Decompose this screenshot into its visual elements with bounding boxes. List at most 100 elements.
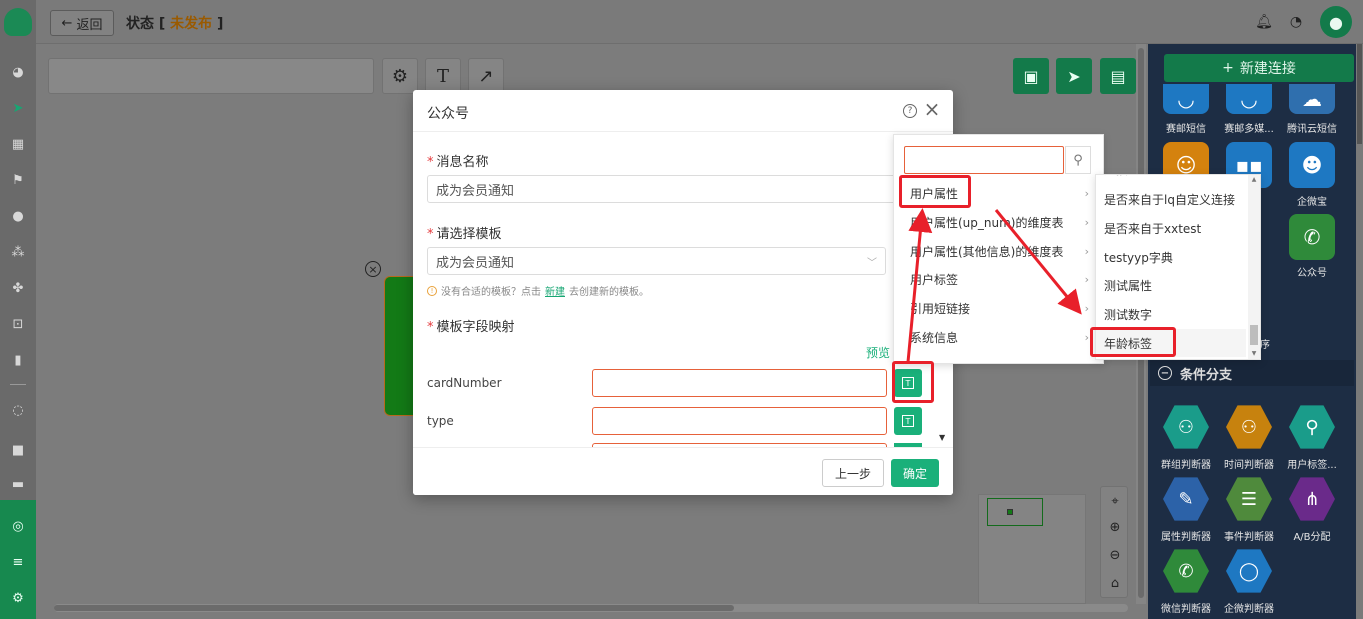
scroll-thumb[interactable] bbox=[1357, 44, 1362, 144]
submenu-scrollbar[interactable]: ▲ ▼ bbox=[1248, 175, 1260, 359]
locate-icon[interactable]: ⌖ bbox=[1105, 491, 1125, 511]
flag-nav-icon[interactable]: ⚑ bbox=[8, 170, 28, 190]
warning-icon: ! bbox=[427, 285, 437, 296]
template-select-value: 成为会员通知 bbox=[436, 255, 515, 271]
save-icon[interactable]: ▣ bbox=[1013, 58, 1049, 94]
scroll-up-icon[interactable]: ▲ bbox=[1250, 176, 1258, 183]
wechat-official-icon[interactable]: ✆ bbox=[1289, 214, 1335, 260]
cascader-subitem[interactable]: 连接 bbox=[1096, 175, 1246, 177]
canvas-node[interactable] bbox=[384, 276, 416, 416]
gear-nav-icon[interactable]: ⚙ bbox=[8, 588, 28, 608]
template-label: * 请选择模板 bbox=[427, 227, 502, 242]
send-icon[interactable]: ➤ bbox=[1056, 58, 1092, 94]
cascader-subitem[interactable]: 测试属性 bbox=[1096, 271, 1246, 299]
modal-title: 公众号 bbox=[427, 106, 469, 122]
group-nav-icon[interactable]: ✤ bbox=[8, 278, 28, 298]
insert-variable-button[interactable]: T bbox=[894, 407, 922, 435]
sidebar-divider bbox=[10, 384, 26, 385]
wechat-nav-icon[interactable]: ◌ bbox=[8, 400, 28, 420]
cascader-search-input[interactable] bbox=[904, 146, 1064, 174]
tile-label: A/B分配 bbox=[1293, 532, 1331, 543]
tile-label: 事件判断器 bbox=[1224, 532, 1274, 543]
avatar[interactable]: ● bbox=[1320, 6, 1352, 38]
cascader-item[interactable]: 引用短链接 › bbox=[894, 294, 1103, 322]
chat-nav-icon[interactable]: ▬ bbox=[8, 474, 28, 494]
cascader-item[interactable]: 用户属性(up_num)的维度表 › bbox=[894, 208, 1103, 236]
new-connection-button[interactable]: + 新建连接 bbox=[1164, 54, 1354, 82]
user-nav-icon[interactable]: ● bbox=[8, 206, 28, 226]
status-prefix: 状态 [ bbox=[126, 16, 166, 32]
minimap-viewport[interactable] bbox=[987, 498, 1043, 526]
cascader-item[interactable]: 用户标签 › bbox=[894, 265, 1103, 293]
cascader-item[interactable]: 系统信息 › bbox=[894, 323, 1103, 351]
preview-link[interactable]: 预览 bbox=[866, 344, 890, 361]
field-value-input[interactable] bbox=[592, 407, 887, 435]
cascader-subitem[interactable]: 测试数字 bbox=[1096, 300, 1246, 328]
template-hint: ! 没有合适的模板？点击 新建 去创建新的模板。 bbox=[427, 283, 649, 298]
close-icon[interactable]: × bbox=[923, 97, 941, 121]
tile-label: 群组判断器 bbox=[1161, 460, 1211, 471]
confirm-button[interactable]: 确定 bbox=[891, 459, 939, 487]
mapping-label: * 模板字段映射 bbox=[427, 320, 515, 335]
chevron-right-icon: › bbox=[1084, 215, 1089, 229]
wechat-official-modal: 公众号 ? × * 消息名称 成为会员通知 * 请选择模板 成为会员通知 ﹀ ! 没… bbox=[413, 90, 953, 495]
scroll-down-icon[interactable]: ▼ bbox=[939, 433, 945, 442]
chevron-down-icon: ﹀ bbox=[867, 257, 877, 269]
sidebar-active-block: ◎ ≡ ⚙ bbox=[0, 500, 36, 619]
cascader-subitem[interactable]: 是否来自于xxtest bbox=[1096, 214, 1246, 242]
cascader-subitem[interactable]: 是否来自于lq自定义连接 bbox=[1096, 185, 1246, 213]
collapse-icon[interactable]: − bbox=[1158, 366, 1172, 380]
cascader-subitem[interactable]: testyyp字典 bbox=[1096, 243, 1246, 271]
arrow-left-icon: ← bbox=[61, 15, 73, 31]
annotation-box-tbutton bbox=[892, 361, 934, 403]
create-template-link[interactable]: 新建 bbox=[545, 283, 565, 298]
message-icon[interactable]: ◔ bbox=[1286, 12, 1306, 32]
status-text: 状态 [ 未发布 ] bbox=[126, 13, 223, 33]
help-icon[interactable]: ? bbox=[903, 104, 917, 118]
hint-suffix: 去创建新的模板。 bbox=[569, 287, 649, 298]
variable-cascader: ⚲ 用户属性 › 用户属性(up_num)的维度表 › 用户属性(其他信息)的维度表… bbox=[893, 134, 1104, 364]
scroll-thumb[interactable] bbox=[1250, 325, 1258, 345]
back-button[interactable]: ← 返回 bbox=[50, 10, 114, 36]
tencent-sms-icon[interactable]: ☁ bbox=[1289, 84, 1335, 114]
fit-icon[interactable]: ⌂ bbox=[1105, 573, 1125, 593]
search-icon[interactable]: ⚲ bbox=[1065, 146, 1091, 174]
chevron-right-icon: › bbox=[1084, 301, 1089, 315]
zoom-out-icon[interactable]: ⊖ bbox=[1105, 545, 1125, 565]
users-nav-icon[interactable]: ⁂ bbox=[8, 242, 28, 262]
cascader-item[interactable]: 用户属性(其他信息)的维度表 › bbox=[894, 237, 1103, 265]
scroll-down-icon[interactable]: ▼ bbox=[1250, 350, 1258, 357]
canvas-horizontal-scrollbar[interactable] bbox=[54, 604, 1128, 612]
saiyou-sms-icon[interactable]: ◡ bbox=[1163, 84, 1209, 114]
qiwei-icon[interactable]: ☻ bbox=[1289, 142, 1335, 188]
zoom-in-icon[interactable]: ⊕ bbox=[1105, 517, 1125, 537]
field-value-input[interactable] bbox=[592, 369, 887, 397]
previous-button[interactable]: 上一步 bbox=[822, 459, 884, 487]
layout-nav-icon[interactable]: ▦ bbox=[8, 134, 28, 154]
condition-branch-section[interactable]: − 条件分支 bbox=[1150, 360, 1354, 386]
dashboard-icon[interactable]: ◕ bbox=[8, 62, 28, 82]
bookmark-nav-icon[interactable]: ⊡ bbox=[8, 314, 28, 334]
text-variable-icon: T bbox=[902, 415, 914, 427]
arrow-icon[interactable]: ↗ bbox=[468, 58, 504, 94]
msg-name-input[interactable]: 成为会员通知 bbox=[427, 175, 897, 203]
saiyou-mms-icon[interactable]: ◡ bbox=[1226, 84, 1272, 114]
bell-icon[interactable]: 🔔︎ bbox=[1254, 12, 1274, 32]
gear-icon[interactable]: ⚙ bbox=[382, 58, 418, 94]
server-icon[interactable]: ≡ bbox=[8, 552, 28, 572]
layout-icon[interactable]: ▤ bbox=[1100, 58, 1136, 94]
app-logo bbox=[4, 8, 32, 36]
canvas-search-box[interactable] bbox=[48, 58, 374, 94]
node-close-icon[interactable]: × bbox=[365, 261, 381, 277]
text-icon[interactable]: T bbox=[425, 58, 461, 94]
minimap[interactable] bbox=[978, 494, 1086, 604]
tile-label: 企微判断器 bbox=[1224, 604, 1274, 615]
square-nav-icon[interactable]: ■ bbox=[8, 440, 28, 460]
template-select[interactable]: 成为会员通知 ﹀ bbox=[427, 247, 886, 275]
chart-nav-icon[interactable]: ▮ bbox=[8, 350, 28, 370]
send-nav-icon[interactable]: ➤ bbox=[8, 98, 28, 118]
settings-node-icon[interactable]: ◎ bbox=[8, 516, 28, 536]
panel-scrollbar[interactable] bbox=[1356, 44, 1363, 619]
tile-label: 微信判断器 bbox=[1161, 604, 1211, 615]
scroll-thumb[interactable] bbox=[54, 605, 734, 611]
